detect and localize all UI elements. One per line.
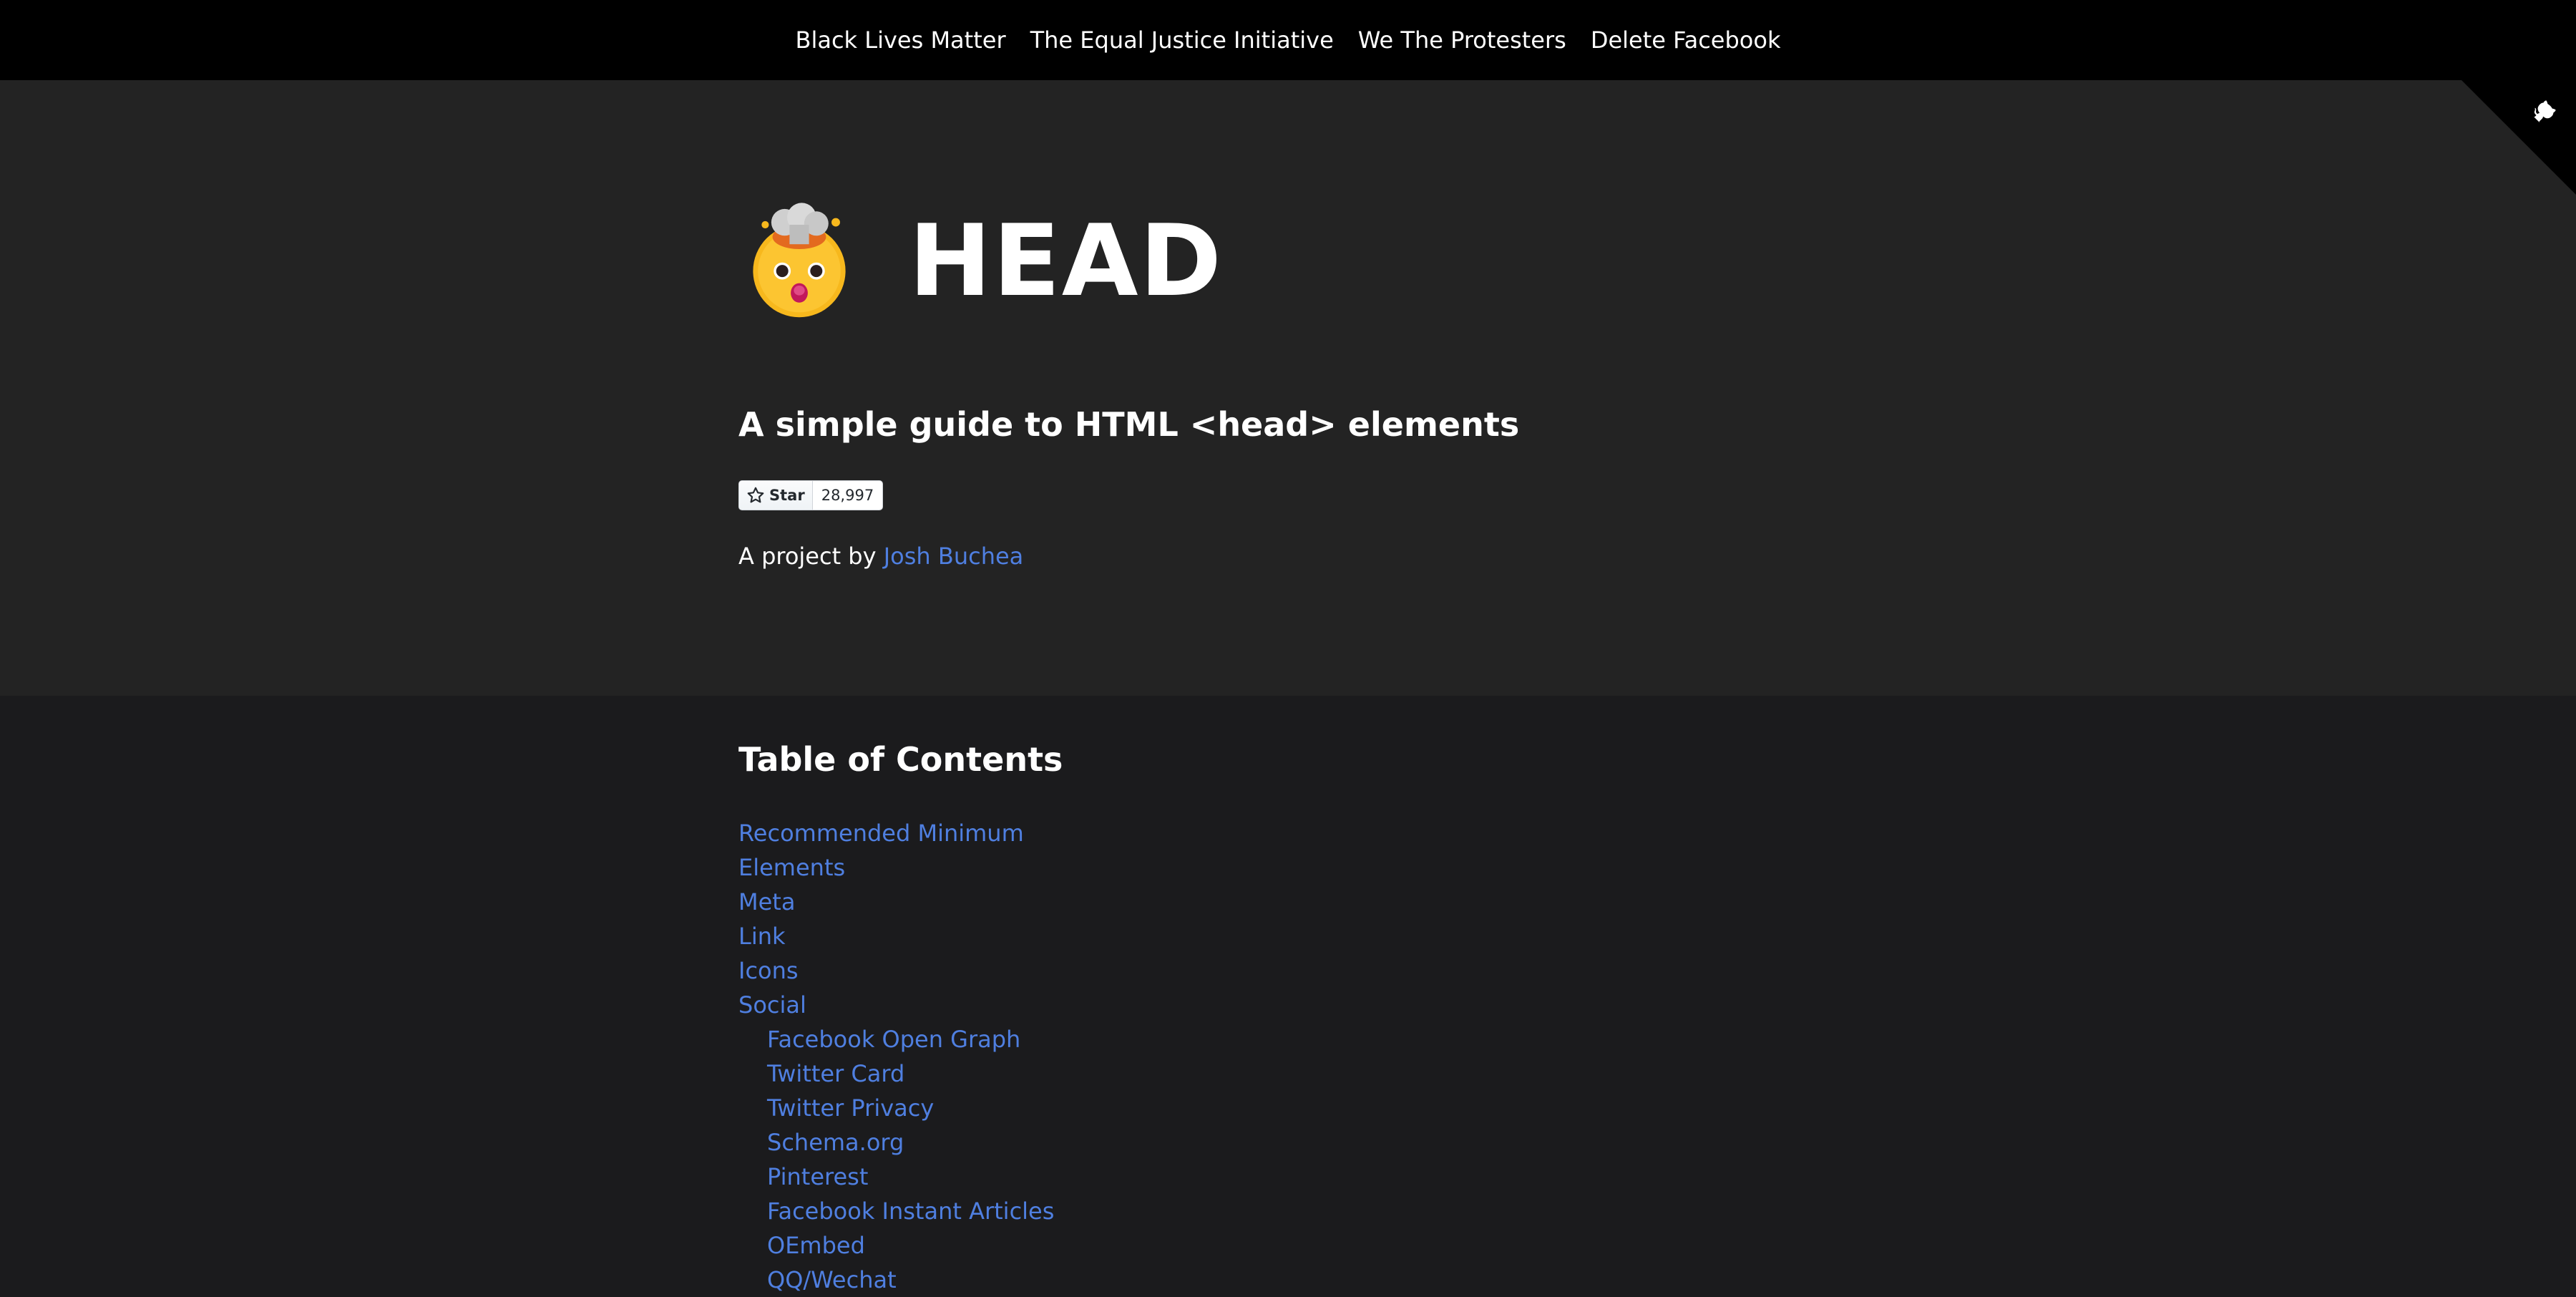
- page-subtitle: A simple guide to HTML <head> elements: [738, 405, 1520, 444]
- list-item: Schema.org: [738, 1125, 1054, 1160]
- toc-link-twitter-privacy[interactable]: Twitter Privacy: [767, 1094, 934, 1122]
- toc-link-icons[interactable]: Icons: [738, 957, 799, 984]
- list-item: Link: [738, 919, 1054, 953]
- nav-link-black-lives-matter[interactable]: Black Lives Matter: [796, 26, 1006, 54]
- exploding-head-emoji-icon: [753, 203, 846, 318]
- github-octocat-icon[interactable]: [2509, 92, 2563, 146]
- star-count[interactable]: 28,997: [813, 481, 882, 510]
- byline: A project by Josh Buchea: [738, 543, 1023, 570]
- star-label: Star: [769, 487, 805, 504]
- list-item: Elements: [738, 850, 1054, 885]
- toc-link-qq-wechat[interactable]: QQ/Wechat: [767, 1266, 897, 1293]
- github-star-button[interactable]: Star 28,997: [738, 480, 884, 510]
- list-item: Social: [738, 988, 1054, 1022]
- logo-row: HEAD: [738, 193, 1223, 329]
- toc-title: Table of Contents: [738, 740, 1063, 779]
- list-item: QQ/Wechat: [738, 1263, 1054, 1297]
- list-item: Twitter Card: [738, 1056, 1054, 1091]
- toc-list: Recommended Minimum Elements Meta Link I…: [738, 816, 1054, 1297]
- list-item: Twitter Privacy: [738, 1091, 1054, 1125]
- list-item: Pinterest: [738, 1160, 1054, 1194]
- page-title: HEAD: [909, 203, 1224, 319]
- toc-link-oembed[interactable]: OEmbed: [767, 1232, 865, 1259]
- list-item: OEmbed: [738, 1228, 1054, 1263]
- star-icon: [747, 487, 764, 503]
- toc-link-elements[interactable]: Elements: [738, 854, 845, 881]
- toc-link-schema-org[interactable]: Schema.org: [767, 1129, 904, 1156]
- toc-link-pinterest[interactable]: Pinterest: [767, 1163, 868, 1190]
- list-item: Recommended Minimum: [738, 816, 1054, 850]
- list-item: Facebook Instant Articles: [738, 1194, 1054, 1228]
- nav-link-we-the-protesters[interactable]: We The Protesters: [1358, 26, 1566, 54]
- toc-link-twitter-card[interactable]: Twitter Card: [767, 1060, 904, 1087]
- list-item: Facebook Open Graph: [738, 1022, 1054, 1056]
- author-link[interactable]: Josh Buchea: [884, 543, 1024, 570]
- byline-prefix: A project by: [738, 543, 884, 570]
- toc-link-facebook-instant-articles[interactable]: Facebook Instant Articles: [767, 1198, 1054, 1225]
- nav-link-equal-justice-initiative[interactable]: The Equal Justice Initiative: [1030, 26, 1334, 54]
- toc-link-facebook-open-graph[interactable]: Facebook Open Graph: [767, 1026, 1020, 1053]
- hero-section: [0, 80, 2576, 696]
- nav-link-delete-facebook[interactable]: Delete Facebook: [1591, 26, 1781, 54]
- toc-link-meta[interactable]: Meta: [738, 888, 795, 915]
- top-nav: Black Lives Matter The Equal Justice Ini…: [0, 0, 2576, 80]
- toc-link-social[interactable]: Social: [738, 991, 806, 1019]
- toc-link-recommended-minimum[interactable]: Recommended Minimum: [738, 820, 1024, 847]
- list-item: Meta: [738, 885, 1054, 919]
- star-button-left[interactable]: Star: [739, 481, 813, 510]
- list-item: Icons: [738, 953, 1054, 988]
- toc-link-link[interactable]: Link: [738, 923, 786, 950]
